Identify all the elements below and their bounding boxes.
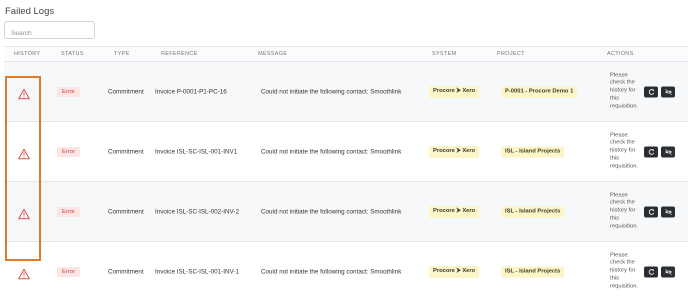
header-project: PROJECT [497, 51, 525, 57]
action-note: Please check the history for this requis… [610, 191, 639, 230]
refresh-icon [648, 88, 654, 95]
eye-slash-icon [664, 268, 672, 275]
status-badge: Error [57, 86, 80, 97]
warning-triangle-icon[interactable] [18, 266, 30, 279]
status-badge: Error [57, 206, 80, 217]
ignore-button[interactable] [661, 86, 675, 97]
reference-cell: Invoice ISL-SC-ISL-002-INV-2 [155, 208, 239, 215]
eye-slash-icon [664, 148, 672, 155]
system-pill: Procore ⮞ Xero [429, 85, 480, 98]
failed-logs-table: HISTORY STATUS TYPE REFERENCE MESSAGE SY… [4, 46, 688, 301]
ignore-button[interactable] [661, 206, 675, 217]
warning-triangle-icon[interactable] [18, 146, 30, 159]
retry-button[interactable] [644, 86, 658, 97]
message-cell: Could not initiate the following contact… [261, 208, 402, 215]
header-message: MESSAGE [258, 51, 288, 57]
action-note: Please check the history for this requis… [610, 71, 639, 110]
message-cell: Could not initiate the following contact… [261, 88, 402, 95]
refresh-icon [648, 268, 654, 275]
project-pill: ISL - Island Projects [501, 146, 565, 157]
system-pill: Procore ⮞ Xero [429, 205, 480, 218]
type-cell: Commitment [108, 268, 144, 275]
project-pill: ISL - Island Projects [501, 206, 565, 217]
status-badge: Error [57, 146, 80, 157]
table-row: Error Commitment Invoice P-0001-P1-PC-16… [4, 62, 688, 122]
reference-cell: Invoice ISL-SC-ISL-001-INV-1 [155, 268, 239, 275]
project-pill: ISL - Island Projects [501, 266, 565, 277]
header-system: SYSTEM [432, 51, 457, 57]
header-history: HISTORY [14, 51, 41, 57]
ignore-button[interactable] [661, 146, 675, 157]
table-row: Error Commitment Invoice ISL-SC-ISL-001-… [4, 242, 688, 301]
warning-triangle-icon[interactable] [18, 206, 30, 219]
header-status: STATUS [61, 51, 84, 57]
system-pill: Procore ⮞ Xero [429, 265, 480, 278]
reference-cell: Invoice ISL-SC-ISL-001-INV1 [155, 148, 238, 155]
search-field[interactable] [4, 21, 95, 42]
ignore-button[interactable] [661, 266, 675, 277]
project-pill: P-0001 - Procore Demo 1 [501, 86, 578, 97]
page-title: Failed Logs [5, 6, 55, 17]
eye-slash-icon [664, 208, 672, 215]
action-note: Please check the history for this requis… [610, 251, 639, 290]
type-cell: Commitment [108, 208, 144, 215]
type-cell: Commitment [108, 148, 144, 155]
system-pill: Procore ⮞ Xero [429, 145, 480, 158]
reference-cell: Invoice P-0001-P1-PC-16 [155, 88, 227, 95]
type-cell: Commitment [108, 88, 144, 95]
eye-slash-icon [664, 88, 672, 95]
retry-button[interactable] [644, 266, 658, 277]
message-cell: Could not initiate the following contact… [261, 148, 402, 155]
search-input[interactable] [5, 25, 94, 42]
action-note: Please check the history for this requis… [610, 131, 639, 170]
table-header: HISTORY STATUS TYPE REFERENCE MESSAGE SY… [4, 46, 688, 62]
table-row: Error Commitment Invoice ISL-SC-ISL-002-… [4, 182, 688, 242]
message-cell: Could not initiate the following contact… [261, 268, 402, 275]
refresh-icon [648, 208, 654, 215]
header-type: TYPE [114, 51, 130, 57]
status-badge: Error [57, 266, 80, 277]
table-body: Error Commitment Invoice P-0001-P1-PC-16… [4, 62, 688, 301]
refresh-icon [648, 148, 654, 155]
table-row: Error Commitment Invoice ISL-SC-ISL-001-… [4, 122, 688, 182]
retry-button[interactable] [644, 206, 658, 217]
header-reference: REFERENCE [161, 51, 198, 57]
header-actions: ACTIONS [607, 51, 634, 57]
retry-button[interactable] [644, 146, 658, 157]
warning-triangle-icon[interactable] [18, 86, 30, 99]
